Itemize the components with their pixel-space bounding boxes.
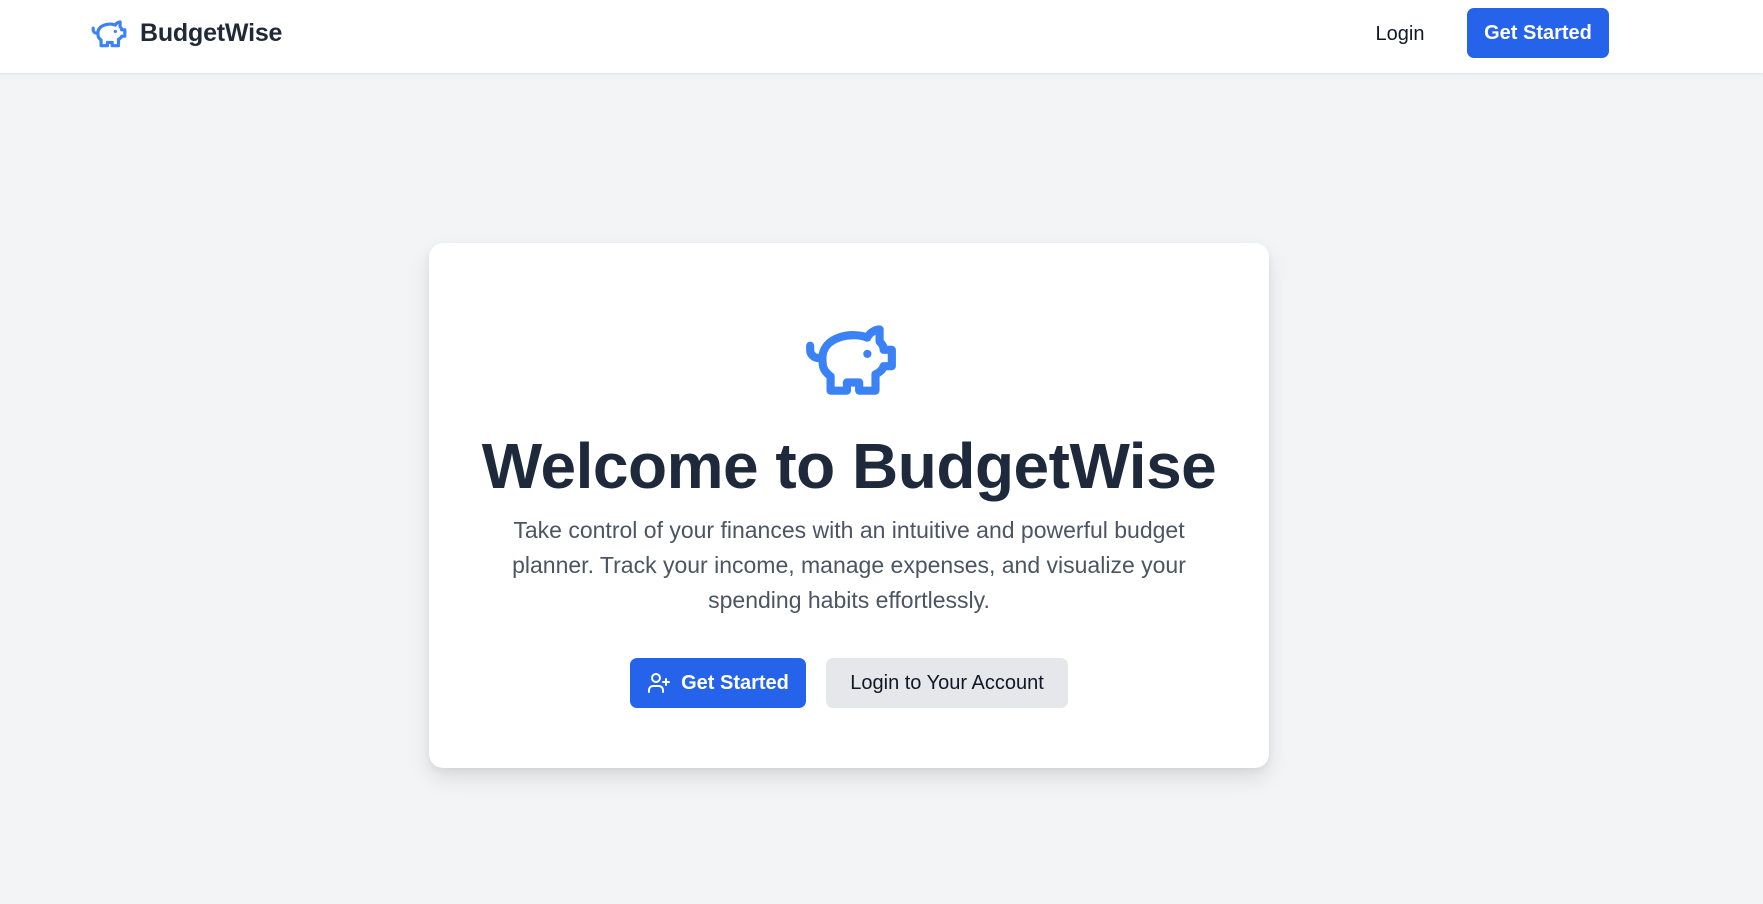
- page-title: Welcome to BudgetWise: [481, 430, 1217, 502]
- welcome-card: Welcome to BudgetWise Take control of yo…: [429, 243, 1269, 768]
- hero-description: Take control of your finances with an in…: [512, 517, 1186, 613]
- nav-login-link[interactable]: Login: [1355, 14, 1445, 54]
- piggy-bank-icon: [90, 14, 128, 52]
- brand-link[interactable]: BudgetWise: [90, 15, 282, 51]
- nav-get-started-button[interactable]: Get Started: [1467, 8, 1609, 58]
- user-plus-icon: [647, 671, 671, 695]
- get-started-button[interactable]: Get Started: [630, 658, 806, 708]
- piggy-bank-icon: [802, 309, 900, 407]
- get-started-label: Get Started: [681, 671, 789, 694]
- login-to-account-button[interactable]: Login to Your Account: [826, 658, 1068, 708]
- top-navbar: BudgetWise Login Get Started: [0, 0, 1763, 74]
- brand-name: BudgetWise: [140, 18, 283, 47]
- hero-actions: Get Started Login to Your Account: [429, 658, 1269, 708]
